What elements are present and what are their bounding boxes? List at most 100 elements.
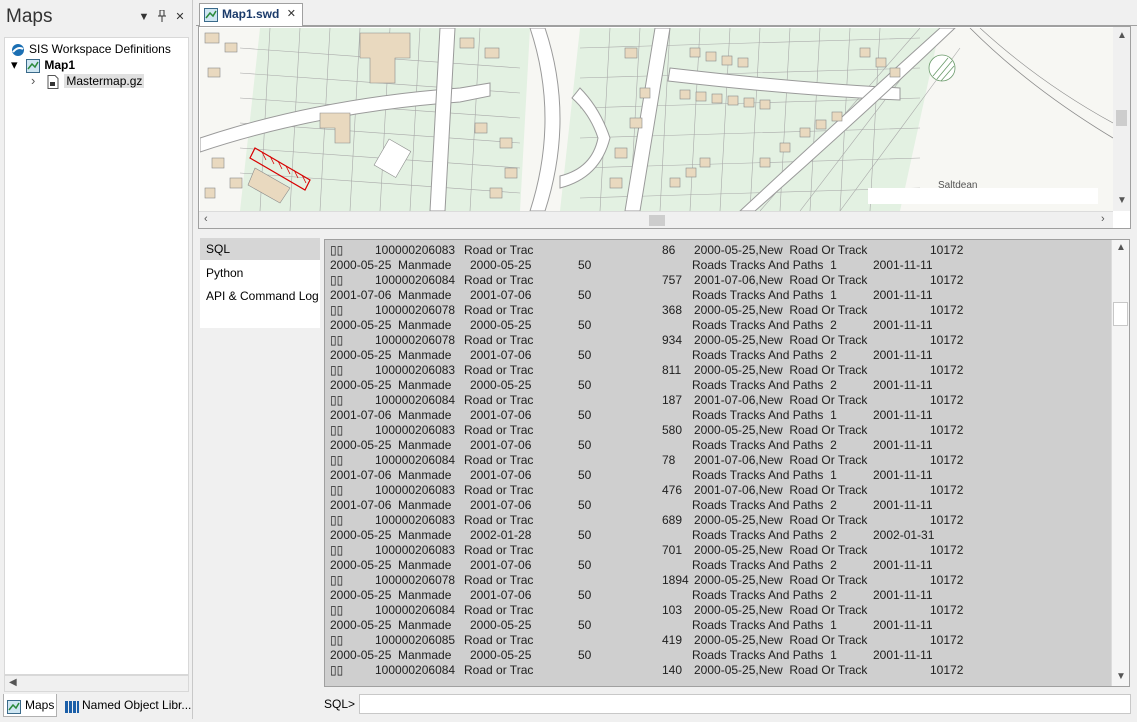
console-cell: ▯▯ bbox=[330, 633, 344, 647]
console-cell: 10172 bbox=[930, 363, 964, 377]
console-cell: ▯▯ bbox=[330, 423, 344, 437]
scroll-thumb[interactable] bbox=[1113, 302, 1128, 326]
scroll-up-icon[interactable]: ▲ bbox=[1117, 30, 1127, 41]
console-cell: 100000206084 bbox=[375, 663, 456, 677]
maps-panel-title: Maps bbox=[6, 6, 53, 27]
console-cell: 2001-11-11 bbox=[873, 588, 933, 602]
console-cell: 10172 bbox=[930, 633, 964, 647]
console-cell: 2001-11-11 bbox=[873, 258, 933, 272]
console-row: ▯▯ 100000206078 Road or Trac 1894 2000-05-25… bbox=[330, 573, 1110, 588]
sql-input[interactable] bbox=[359, 694, 1131, 714]
console-cell: Road or Trac bbox=[464, 633, 534, 647]
console-row: 2000-05-25 Manmade 2000-05-25 50 Roads Track… bbox=[330, 318, 1110, 333]
console-cell: Manmade bbox=[398, 648, 452, 662]
console-cell: 2001-11-11 bbox=[873, 408, 933, 422]
console-cell: 2000-05-25 bbox=[330, 438, 392, 452]
scroll-left-icon[interactable]: ‹ bbox=[204, 213, 208, 225]
tree-item-mastermap[interactable]: › Mastermap.gz bbox=[31, 73, 145, 89]
console-cell: 2000-05-25 bbox=[470, 618, 532, 632]
console-cell: Road or Trac bbox=[464, 573, 534, 587]
console-cell: 757 bbox=[662, 273, 683, 287]
console-cell: 2000-05-25 bbox=[470, 378, 532, 392]
console-cell: 50 bbox=[578, 318, 592, 332]
console-cell: 2000-05-25 bbox=[330, 558, 392, 572]
scroll-thumb[interactable] bbox=[649, 215, 665, 226]
console-cell: ▯▯ bbox=[330, 393, 344, 407]
scroll-down-icon[interactable]: ▼ bbox=[1116, 671, 1126, 682]
console-mode-sql[interactable]: SQL bbox=[200, 238, 320, 260]
console-cell: ▯▯ bbox=[330, 453, 344, 467]
map-horizontal-scrollbar[interactable]: ‹ › bbox=[199, 211, 1113, 228]
tab-named-object-library[interactable]: Named Object Libr... bbox=[61, 694, 191, 717]
console-cell: Roads Tracks And Paths 2 bbox=[692, 438, 837, 452]
collapse-icon[interactable]: ▾ bbox=[11, 57, 23, 73]
console-cell: 2001-07-06 bbox=[470, 588, 532, 602]
console-cell: 476 bbox=[662, 483, 683, 497]
console-cell: 2000-05-25,New Road Or Track bbox=[694, 543, 868, 557]
console-cell: 10172 bbox=[930, 573, 964, 587]
console-cell: Road or Trac bbox=[464, 483, 534, 497]
console-cell: 100000206078 bbox=[375, 573, 456, 587]
console-cell: 50 bbox=[578, 438, 592, 452]
console-cell: Road or Trac bbox=[464, 663, 534, 677]
console-cell: 811 bbox=[662, 363, 682, 377]
console-cell: Manmade bbox=[398, 288, 452, 302]
console-cell: 100000206084 bbox=[375, 603, 456, 617]
console-row: 2000-05-25 Manmade 2000-05-25 50 Roads Track… bbox=[330, 258, 1110, 273]
console-cell: 10172 bbox=[930, 423, 964, 437]
scroll-thumb[interactable] bbox=[1116, 110, 1127, 126]
console-cell: 2001-11-11 bbox=[873, 438, 933, 452]
console-cell: Road or Trac bbox=[464, 273, 534, 287]
console-cell: 50 bbox=[578, 348, 592, 362]
console-mode-api-command-log[interactable]: API & Command Log bbox=[200, 285, 320, 307]
scroll-right-icon[interactable]: › bbox=[1101, 213, 1105, 225]
console-row: 2000-05-25 Manmade 2000-05-25 50 Roads Track… bbox=[330, 648, 1110, 663]
panel-pin-icon[interactable] bbox=[155, 9, 169, 24]
map-vertical-scrollbar[interactable]: ▲ ▼ bbox=[1113, 27, 1130, 211]
map-view[interactable]: Saltdean ▲ ▼ ‹ › bbox=[198, 26, 1131, 229]
map-canvas[interactable]: Saltdean bbox=[200, 28, 1113, 211]
console-cell: 2000-05-25 bbox=[470, 318, 532, 332]
console-cell: Roads Tracks And Paths 2 bbox=[692, 348, 837, 362]
tree-item-map1[interactable]: ▾ Map1 bbox=[11, 57, 75, 73]
tree-item-workspace[interactable]: SIS Workspace Definitions bbox=[11, 41, 171, 57]
console-cell: ▯▯ bbox=[330, 273, 344, 287]
console-row: ▯▯ 100000206084 Road or Trac 103 2000-05-25,… bbox=[330, 603, 1110, 618]
console-cell: 50 bbox=[578, 468, 592, 482]
console-output[interactable]: ▯▯ 100000206083 Road or Trac 86 2000-05-25,N… bbox=[324, 239, 1130, 687]
panel-close-icon[interactable]: ✕ bbox=[173, 10, 187, 24]
tree-item-label: Mastermap.gz bbox=[64, 74, 145, 88]
console-cell: 2000-05-25,New Road Or Track bbox=[694, 333, 868, 347]
console-row: ▯▯ 100000206083 Road or Trac 701 2000-05-25,… bbox=[330, 543, 1110, 558]
console-row: ▯▯ 100000206084 Road or Trac 187 2001-07-06,… bbox=[330, 393, 1110, 408]
panel-dropdown-icon[interactable]: ▼ bbox=[137, 10, 151, 24]
console-cell: ▯▯ bbox=[330, 663, 344, 677]
scroll-left-icon[interactable]: ◀ bbox=[9, 677, 17, 688]
tab-map1-swd[interactable]: Map1.swd ✕ bbox=[199, 3, 303, 26]
console-cell: 2001-07-06 bbox=[470, 438, 532, 452]
expand-icon[interactable]: › bbox=[31, 73, 43, 89]
console-mode-python[interactable]: Python bbox=[200, 262, 320, 284]
scroll-down-icon[interactable]: ▼ bbox=[1117, 195, 1127, 206]
console-cell: ▯▯ bbox=[330, 543, 344, 557]
console-cell: Road or Trac bbox=[464, 543, 534, 557]
console-row: ▯▯ 100000206084 Road or Trac 140 2000-05-25,… bbox=[330, 663, 1110, 678]
console-cell: Roads Tracks And Paths 1 bbox=[692, 288, 837, 302]
scroll-up-icon[interactable]: ▲ bbox=[1116, 242, 1126, 253]
console-vertical-scrollbar[interactable]: ▲ ▼ bbox=[1111, 240, 1129, 686]
maps-panel-header: Maps ▼ ✕ bbox=[0, 0, 193, 36]
tab-label: Named Object Libr... bbox=[82, 698, 192, 712]
tree-horizontal-scrollbar[interactable]: ◀ bbox=[4, 675, 189, 692]
console-cell: 50 bbox=[578, 618, 592, 632]
workspace-tree[interactable]: SIS Workspace Definitions ▾ Map1 › Maste… bbox=[4, 37, 189, 675]
console-row: 2000-05-25 Manmade 2001-07-06 50 Roads Track… bbox=[330, 588, 1110, 603]
console-cell: 2000-05-25 bbox=[330, 618, 392, 632]
tab-maps[interactable]: Maps bbox=[3, 694, 57, 717]
console-cell: Roads Tracks And Paths 1 bbox=[692, 648, 837, 662]
tree-item-label: Map1 bbox=[44, 58, 76, 72]
console-cell: 2000-05-25 bbox=[470, 648, 532, 662]
console-cell: 50 bbox=[578, 648, 592, 662]
tab-close-icon[interactable]: ✕ bbox=[287, 4, 296, 25]
console-row: 2000-05-25 Manmade 2001-07-06 50 Roads Track… bbox=[330, 438, 1110, 453]
console-cell: 50 bbox=[578, 408, 592, 422]
